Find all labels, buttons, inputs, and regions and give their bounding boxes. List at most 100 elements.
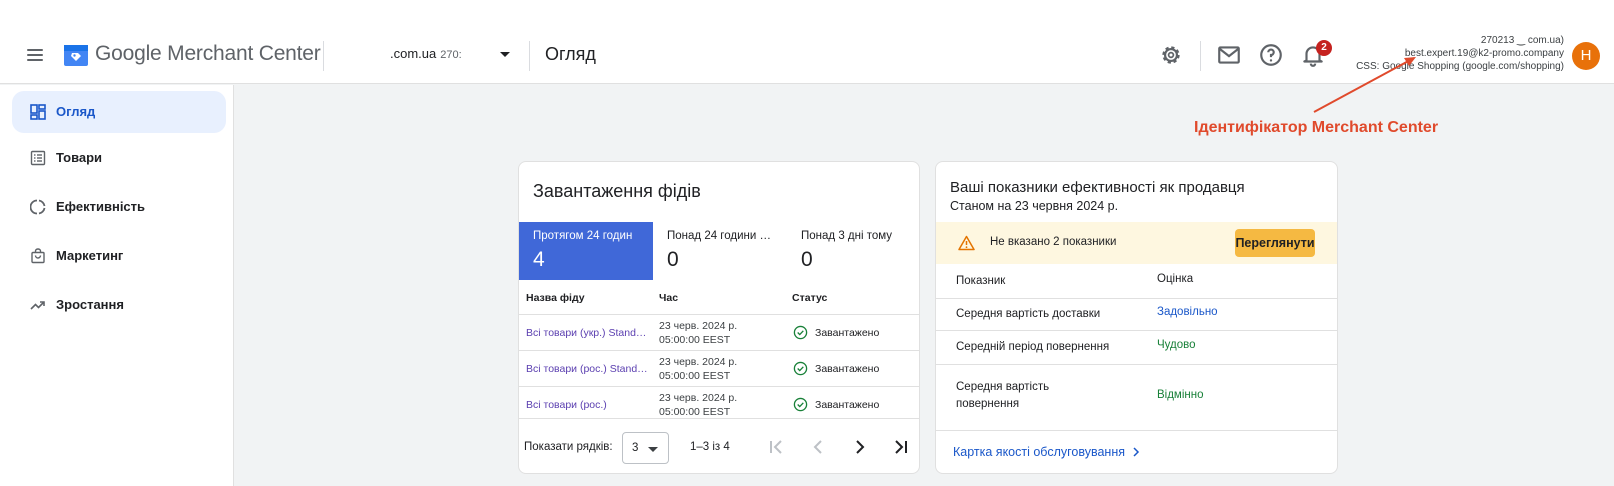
column-header-metric: Показник: [956, 275, 1006, 287]
dashboard-icon: [30, 104, 46, 120]
check-circle-icon: [793, 397, 808, 412]
mail-icon[interactable]: [1216, 42, 1242, 68]
sidebar-item-label: Маркетинг: [56, 248, 124, 263]
column-header-rating: Оцінка: [1157, 273, 1194, 285]
sidebar-item-overview[interactable]: Огляд: [12, 91, 226, 133]
warning-icon: [958, 235, 975, 251]
sidebar-item-label: Ефективність: [56, 199, 146, 214]
next-page-icon[interactable]: [848, 435, 872, 459]
rows-per-page-value: 3: [632, 442, 639, 454]
check-circle-icon: [793, 325, 808, 340]
card-title: Ваші показники ефективності як продавця: [950, 179, 1245, 196]
last-page-icon[interactable]: [889, 435, 913, 459]
rows-per-page-label: Показати рядків:: [524, 441, 613, 453]
account-name: .com.ua: [390, 46, 437, 61]
previous-page-icon[interactable]: [806, 435, 830, 459]
tab-value: 0: [667, 248, 679, 271]
feed-time: 23 черв. 2024 р. 05:00:00 EEST: [659, 355, 737, 383]
metric-row: Середня вартість повернення Відмінно: [936, 364, 1337, 430]
column-header-name[interactable]: Назва фіду: [526, 292, 585, 304]
metric-name: Середня вартість повернення: [956, 381, 1050, 410]
feed-name-link[interactable]: Всі товари (рос.): [526, 399, 607, 411]
service-quality-link-text: Картка якості обслуговування: [953, 445, 1126, 459]
tab-over-3-days[interactable]: Понад 3 дні тому 0: [787, 222, 919, 280]
sidebar-item-label: Огляд: [56, 104, 96, 119]
account-info-line: 270213 ‿ com.ua): [1480, 35, 1564, 46]
sidebar-item-label: Товари: [56, 150, 103, 165]
chevron-right-icon: [1132, 447, 1139, 457]
warning-banner: Не вказано 2 показники Переглянути: [936, 222, 1337, 264]
annotation-arrow-icon: [1313, 57, 1416, 113]
metric-row: Середня вартість доставки Задовільно: [936, 298, 1337, 330]
sidebar-item-performance[interactable]: Ефективність: [12, 186, 226, 228]
annotation-label: Ідентифікатор Merchant Center: [1194, 119, 1439, 136]
feed-status: Завантажено: [815, 399, 880, 411]
feed-name-link[interactable]: Всі товари (рос.) Stand…: [526, 363, 648, 375]
avatar[interactable]: H: [1572, 42, 1600, 70]
shopping-bag-icon: [31, 248, 45, 264]
feed-date: 23 черв. 2024 р.: [659, 392, 738, 404]
feed-date: 23 черв. 2024 р.: [659, 320, 738, 332]
sidebar-item-marketing[interactable]: Маркетинг: [12, 235, 226, 277]
card-subtitle: Станом на 23 червня 2024 р.: [950, 199, 1119, 213]
merchant-center-logo-icon: [64, 45, 88, 66]
gear-icon[interactable]: [1158, 42, 1184, 68]
sidebar-item-growth[interactable]: Зростання: [12, 284, 226, 326]
menu-icon[interactable]: [22, 42, 48, 68]
metrics-header: Показник Оцінка: [936, 264, 1337, 298]
card-title: Завантаження фідів: [533, 181, 701, 201]
feed-date: 23 черв. 2024 р.: [659, 356, 738, 368]
feed-status: Завантажено: [815, 327, 880, 339]
sidebar-item-label: Зростання: [56, 297, 124, 312]
account-selector[interactable]: .com.ua 270:: [390, 46, 462, 61]
tab-label: Протягом 24 годин: [533, 230, 633, 242]
warning-text: Не вказано 2 показники: [990, 236, 1117, 248]
chevron-down-icon[interactable]: [500, 52, 510, 57]
page-title: Огляд: [545, 44, 596, 64]
sidebar: Огляд Товари Ефективність Маркетинг Зрос…: [0, 85, 234, 486]
tab-label: Понад 3 дні тому: [801, 230, 893, 242]
sidebar-item-products[interactable]: Товари: [12, 137, 226, 179]
divider: [323, 41, 324, 71]
tab-label: Понад 24 години …: [667, 230, 771, 242]
column-header-time[interactable]: Час: [659, 292, 678, 304]
feed-uploads-card: Завантаження фідів Протягом 24 годин 4 П…: [518, 161, 920, 474]
metric-rating: Відмінно: [1157, 389, 1204, 401]
trending-up-icon: [30, 301, 45, 310]
feed-name-link[interactable]: Всі товари (укр.) Stand…: [526, 327, 646, 339]
app-title: Google Merchant Center: [95, 42, 321, 65]
service-quality-link[interactable]: Картка якості обслуговування: [953, 445, 1141, 459]
metric-row: Середній період повернення Чудово: [936, 330, 1337, 364]
feed-clock: 05:00:00 EEST: [659, 370, 731, 382]
feed-time: 23 черв. 2024 р. 05:00:00 EEST: [659, 319, 737, 347]
table-row: Всі товари (рос.) 23 черв. 2024 р. 05:00:…: [519, 386, 919, 422]
metric-name: Середня вартість доставки: [956, 308, 1101, 320]
donut-icon: [30, 199, 46, 215]
account-id: 270:: [440, 49, 462, 61]
check-circle-icon: [793, 361, 808, 376]
chevron-down-icon: [648, 447, 658, 452]
first-page-icon[interactable]: [764, 435, 788, 459]
tab-value: 0: [801, 248, 813, 271]
divider: [1200, 41, 1201, 71]
feed-clock: 05:00:00 EEST: [659, 334, 731, 346]
metric-rating: Чудово: [1157, 339, 1196, 351]
feed-clock: 05:00:00 EEST: [659, 406, 731, 418]
feed-status: Завантажено: [815, 363, 880, 375]
review-button[interactable]: Переглянути: [1235, 229, 1315, 257]
tab-value: 4: [533, 248, 545, 271]
column-header-status[interactable]: Статус: [792, 292, 827, 304]
list-alt-icon: [30, 150, 46, 166]
divider: [529, 41, 530, 71]
pagination-range: 1–3 із 4: [690, 441, 730, 453]
pagination-bar: Показати рядків: 3 1–3 із 4: [519, 418, 919, 473]
tab-within-24h[interactable]: Протягом 24 годин 4: [519, 222, 653, 280]
table-row: Всі товари (рос.) Stand… 23 черв. 2024 р…: [519, 350, 919, 386]
help-icon[interactable]: [1258, 42, 1284, 68]
rows-per-page-select[interactable]: 3: [622, 432, 669, 464]
tab-over-24h[interactable]: Понад 24 години … 0: [653, 222, 787, 280]
seller-performance-card: Ваші показники ефективності як продавця …: [935, 161, 1338, 474]
table-row: Всі товари (укр.) Stand… 23 черв. 2024 р…: [519, 314, 919, 350]
feed-time: 23 черв. 2024 р. 05:00:00 EEST: [659, 391, 737, 419]
metric-rating: Задовільно: [1157, 306, 1218, 318]
